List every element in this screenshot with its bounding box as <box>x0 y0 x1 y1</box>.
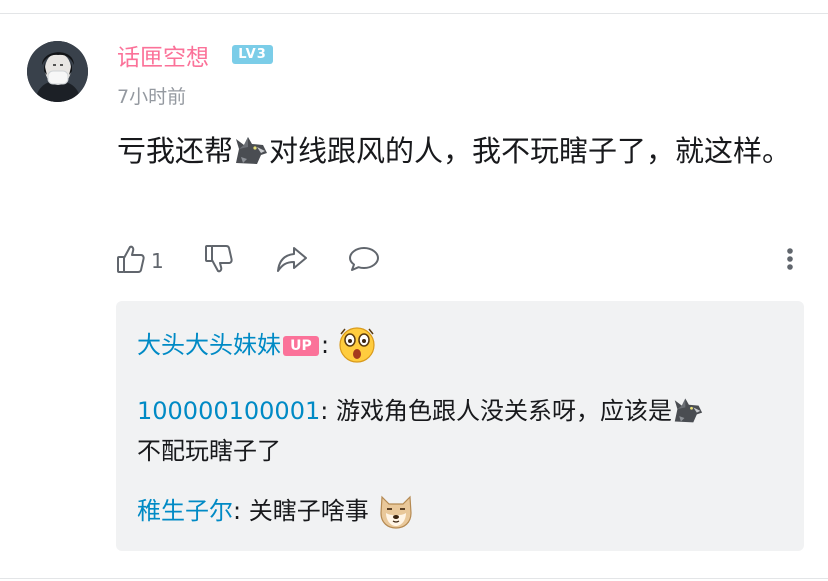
dislike-icon <box>203 243 235 279</box>
replies-box[interactable]: 大头大头妹妹UP: 100000100001: 游戏角色跟人没关系呀，应该是 <box>116 301 804 551</box>
comment-timestamp: 7小时前 <box>117 86 187 108</box>
more-vertical-icon <box>780 243 800 279</box>
share-button[interactable] <box>275 241 309 281</box>
like-icon <box>115 243 147 279</box>
comment-username[interactable]: 话匣空想 <box>117 38 209 72</box>
reply-item[interactable]: 大头大头妹妹 UP: <box>137 325 377 377</box>
reply-username[interactable]: 稚生子尔 <box>137 497 233 525</box>
dislike-button[interactable] <box>203 241 235 281</box>
comment-action-bar: 1 <box>115 241 815 281</box>
reply-separator: : <box>233 497 249 525</box>
more-options-button[interactable] <box>780 241 800 281</box>
reply-text: 关瞎子啥事 <box>248 497 369 525</box>
comment-text: 亏我还帮 对线跟风的人，我不玩瞎子了，就这样。 <box>117 127 797 181</box>
reply-text: 游戏角色跟人没关系呀，应该是 <box>335 397 672 425</box>
reply-comment-icon <box>347 243 381 279</box>
reply-username[interactable]: 大头大头妹妹 <box>137 331 281 359</box>
up-badge: UP <box>283 336 319 356</box>
wolf-emoji-icon <box>233 133 269 181</box>
reply-separator: : <box>321 331 330 359</box>
reply-username[interactable]: 100000100001 <box>137 397 320 425</box>
reply-text: 不配玩瞎子了 <box>137 437 281 465</box>
wolf-emoji-icon <box>672 395 704 437</box>
reply-comment-button[interactable] <box>347 241 381 281</box>
top-divider <box>0 13 828 14</box>
comment-text-part: 对线跟风的人，我不玩瞎子了，就这样。 <box>269 134 792 168</box>
reply-item[interactable]: 稚生子尔: 关瞎子啥事 <box>137 491 416 543</box>
reply-text-continuation: 不配玩瞎子了 <box>137 431 281 471</box>
like-count: 1 <box>151 249 164 273</box>
comment-text-part: 亏我还帮 <box>117 134 234 168</box>
surprised-emoji-icon <box>337 325 377 377</box>
like-button[interactable]: 1 <box>115 241 164 281</box>
doge-emoji-icon <box>376 491 416 543</box>
avatar[interactable] <box>27 41 88 102</box>
level-badge: LV3 <box>232 45 273 64</box>
bottom-divider <box>0 578 828 579</box>
share-icon <box>275 243 309 279</box>
reply-separator: : <box>320 397 336 425</box>
